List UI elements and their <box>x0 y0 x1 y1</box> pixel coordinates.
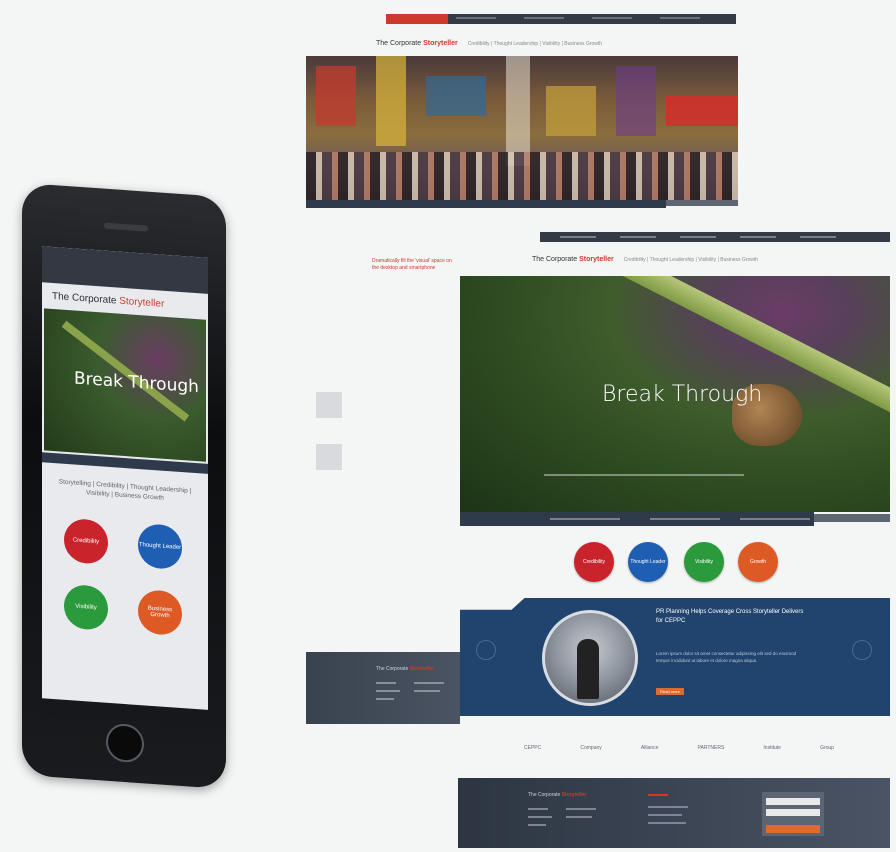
partner-logo-2: Company <box>580 745 602 751</box>
feature-read-more-button[interactable]: Read more <box>656 688 684 695</box>
phone-circle-credibility[interactable]: Credibility <box>64 517 108 565</box>
partner-logo-6: Group <box>820 745 834 751</box>
city-crowd-image <box>306 56 738 200</box>
desktop2-logo: The Corporate Storyteller Credibility | T… <box>532 256 759 263</box>
speaker-grille <box>104 222 148 232</box>
home-button <box>106 722 144 764</box>
phone-nav-bar <box>42 246 208 294</box>
feature-text: Lorem ipsum dolor sit amet consectetur a… <box>656 651 797 663</box>
desktop2-subnav-end <box>814 514 890 522</box>
circle-growth[interactable]: Growth <box>738 542 778 582</box>
phone-hero-image: Break Through <box>44 308 206 462</box>
phone-circle-thought-leader[interactable]: Thought Leader <box>138 522 182 571</box>
annotation-note: Dramatically fill the 'visual' space on … <box>372 258 452 271</box>
desktop1-footer-band-end <box>666 200 738 206</box>
desktop1-nav-items[interactable] <box>456 17 728 19</box>
footer-preview-left: The Corporate Storyteller <box>306 652 460 724</box>
phone-logo: The Corporate Storyteller <box>52 290 165 310</box>
phone-hero-title: Break Through <box>74 368 199 398</box>
circle-thought-leader[interactable]: Thought Leader <box>628 542 668 582</box>
desktop2-nav-bar[interactable] <box>540 232 890 242</box>
circle-visibility[interactable]: Visibility <box>684 542 724 582</box>
feature-portrait <box>542 610 638 706</box>
side-icon-2 <box>316 444 342 470</box>
carousel-prev-icon[interactable] <box>476 640 496 660</box>
partner-logo-1: CEPPC <box>524 745 542 751</box>
footer-submit-button[interactable] <box>766 825 820 833</box>
phone-screen: The Corporate Storyteller Break Through … <box>42 246 208 710</box>
partner-logo-4: PARTNERS <box>697 745 725 751</box>
partner-logo-3: Alliance <box>640 745 659 751</box>
footer-logo: The Corporate Storyteller <box>528 792 587 798</box>
desktop2-subnav[interactable] <box>460 512 814 526</box>
desktop1-logo: The Corporate Storyteller Credibility | T… <box>376 40 603 47</box>
side-icon-1 <box>316 392 342 418</box>
desktop1-nav-bar <box>386 14 736 24</box>
desktop1-footer-band <box>306 200 666 208</box>
partner-logos: CEPPC Company Alliance PARTNERS Institut… <box>524 740 834 756</box>
desktop2-footer: The Corporate Storyteller <box>458 778 890 848</box>
carousel-next-icon[interactable] <box>852 640 872 660</box>
feature-title: PR Planning Helps Coverage Cross Storyte… <box>656 609 804 624</box>
desktop2-hero-title: Break Through <box>602 382 763 407</box>
footer-signup-form <box>762 792 824 836</box>
phone-circle-visibility[interactable]: Visibility <box>64 583 108 631</box>
circle-credibility[interactable]: Credibility <box>574 542 614 582</box>
desktop2-hero-image: Break Through <box>460 276 890 512</box>
footer-preview-logo: The Corporate Storyteller <box>376 666 435 672</box>
phone-tagline: Storytelling | Credibility | Thought Lea… <box>58 478 192 502</box>
desktop1-nav-active[interactable] <box>386 14 448 24</box>
footer-email-field[interactable] <box>766 809 820 816</box>
phone-circle-business-growth[interactable]: Business Growth <box>138 588 182 637</box>
footer-name-field[interactable] <box>766 798 820 805</box>
person-silhouette <box>577 639 599 699</box>
smartphone-mockup: The Corporate Storyteller Break Through … <box>22 182 226 790</box>
hero-subline <box>544 474 744 476</box>
partner-logo-5: Institute <box>763 745 781 751</box>
